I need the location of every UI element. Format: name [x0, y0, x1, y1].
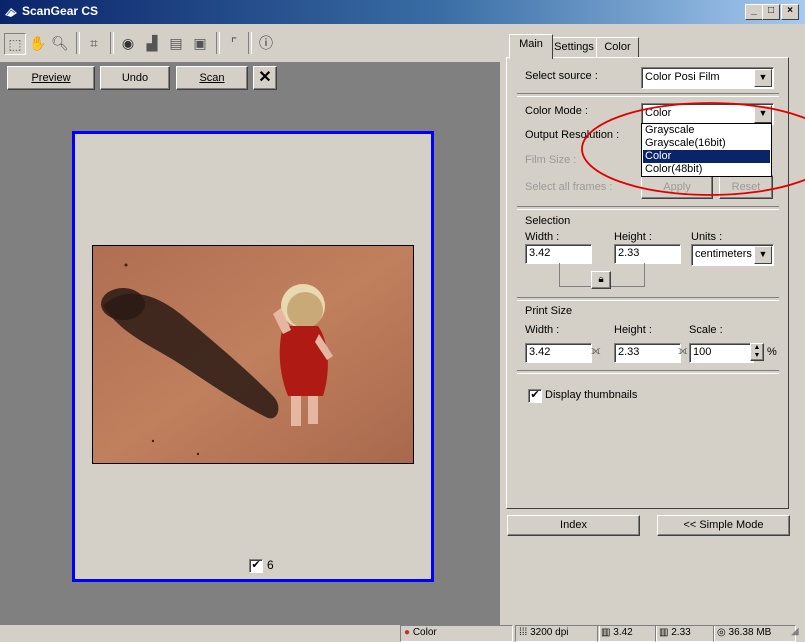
film-frame-selection[interactable]: ✔ 6 — [72, 131, 434, 582]
color-mode-icon: ● — [404, 627, 411, 638]
minimize-button[interactable]: _ — [745, 4, 763, 20]
status-width: ▥ 3.42 — [597, 625, 657, 642]
selection-width-label: Width : — [525, 231, 560, 243]
scanned-photo — [92, 245, 414, 464]
status-resolution: ⁞⁞⁞ 3200 dpi — [515, 625, 600, 642]
color-mode-value: Color — [645, 107, 672, 119]
units-label: Units : — [691, 231, 723, 243]
status-height-text: 2.33 — [671, 627, 691, 638]
ruler-icon[interactable]: ⌜ — [224, 33, 244, 53]
auto-crop-icon[interactable]: ⌗ — [84, 33, 104, 53]
main-settings-panel: Select source : Color Posi Film ▼ Color … — [506, 57, 789, 509]
select-source-label: Select source : — [525, 70, 598, 82]
scangear-app-icon — [5, 8, 17, 17]
window-title: ScanGear CS — [22, 4, 99, 18]
zoom-icon[interactable]: 🔍︎ — [50, 33, 70, 53]
toolbar-divider — [216, 32, 220, 54]
status-width-text: 3.42 — [613, 627, 633, 638]
toolbar-divider — [76, 32, 80, 54]
divider — [517, 206, 779, 210]
toolbar-divider — [110, 32, 114, 54]
selection-width-input[interactable]: 3.42 — [525, 244, 592, 264]
print-size-label: Print Size — [525, 305, 573, 317]
status-left — [0, 625, 403, 642]
tab-main[interactable]: Main — [509, 34, 553, 59]
frame-checkbox[interactable]: ✔ — [249, 559, 263, 573]
status-color-mode-text: Color — [412, 627, 437, 638]
tab-color[interactable]: Color — [596, 37, 639, 58]
link-icon: ⟗ — [591, 345, 601, 357]
select-source-value: Color Posi Film — [645, 71, 720, 83]
auto-tone-icon[interactable]: ▟ — [142, 33, 162, 53]
toolbar: ⬚ ✋ 🔍︎ ⌗ ◉ ▟ ▤ ▣ ⌜ ⓘ — [0, 24, 500, 62]
chevron-down-icon[interactable]: ▼ — [754, 69, 772, 87]
scale-spinner[interactable]: ▲ ▼ — [750, 343, 764, 361]
option-grayscale[interactable]: Grayscale — [643, 124, 770, 137]
color-mode-dropdown[interactable]: Color ▼ — [641, 103, 774, 125]
chevron-down-icon[interactable]: ▼ — [754, 105, 772, 123]
preview-button[interactable]: Preview — [7, 66, 95, 90]
option-color-48bit[interactable]: Color(48bit) — [643, 163, 770, 176]
scan-button[interactable]: Scan — [176, 66, 248, 90]
disk-icon: ◎ — [717, 627, 726, 638]
photo-beach-child — [93, 246, 413, 463]
resolution-icon: ⁞⁞⁞ — [519, 627, 528, 638]
divider — [517, 297, 779, 301]
width-icon: ▥ — [601, 627, 611, 638]
close-preview-button[interactable]: ✕ — [253, 66, 277, 90]
option-color-selected[interactable]: Color — [643, 150, 770, 163]
print-width-input[interactable]: 3.42 — [525, 343, 592, 363]
units-value: centimeters — [695, 248, 752, 260]
selection-height-input[interactable]: 2.33 — [614, 244, 681, 264]
print-width-label: Width : — [525, 324, 560, 336]
apply-button[interactable]: Apply — [641, 175, 713, 199]
selection-height-label: Height : — [614, 231, 652, 243]
output-resolution-label: Output Resolution : — [525, 129, 620, 141]
resize-grip-icon[interactable]: ◢ — [791, 626, 805, 640]
close-window-button[interactable]: × — [781, 4, 799, 20]
color-mode-label: Color Mode : — [525, 105, 588, 117]
lock-aspect-icon[interactable]: 🔒︎ — [591, 271, 611, 289]
index-button[interactable]: Index — [507, 515, 640, 536]
scale-label: Scale : — [689, 324, 723, 336]
toolbar-divider — [248, 32, 252, 54]
select-marquee-icon[interactable]: ⬚ — [4, 33, 26, 55]
chevron-down-icon[interactable]: ▼ — [754, 246, 772, 264]
info-icon[interactable]: ⓘ — [256, 33, 276, 53]
reset-button[interactable]: Reset — [719, 175, 773, 199]
simple-mode-button[interactable]: << Simple Mode — [657, 515, 790, 536]
maximize-button[interactable]: □ — [762, 4, 780, 20]
status-resolution-text: 3200 dpi — [530, 627, 569, 638]
units-dropdown[interactable]: centimeters ▼ — [691, 244, 774, 266]
height-icon: ▥ — [659, 627, 669, 638]
rotate-icon[interactable]: ▣ — [190, 33, 210, 53]
hand-icon[interactable]: ✋ — [28, 33, 48, 53]
title-bar: ScanGear CS _ □ × — [0, 0, 805, 24]
link-icon: ⟗ — [678, 345, 688, 357]
display-thumbnails-label: Display thumbnails — [545, 389, 638, 401]
display-thumbnails-checkbox[interactable]: ✔ — [528, 389, 542, 403]
status-file-size: ◎ 36.38 MB — [713, 625, 796, 642]
print-height-input[interactable]: 2.33 — [614, 343, 681, 363]
select-all-frames-label: Select all frames : — [525, 181, 613, 193]
percent-sign: % — [767, 346, 777, 358]
color-mode-options-list[interactable]: Grayscale Grayscale(16bit) Color Color(4… — [641, 123, 772, 177]
select-source-dropdown[interactable]: Color Posi Film ▼ — [641, 67, 774, 89]
status-size-text: 36.38 MB — [728, 627, 772, 638]
status-color-mode: ● Color — [400, 625, 513, 642]
undo-button[interactable]: Undo — [100, 66, 170, 90]
preview-area[interactable]: Preview Undo Scan ✕ ✔ 6 — [0, 62, 500, 625]
option-grayscale-16bit[interactable]: Grayscale(16bit) — [643, 137, 770, 150]
tab-settings[interactable]: Settings — [551, 37, 597, 58]
divider — [517, 93, 779, 97]
print-height-label: Height : — [614, 324, 652, 336]
frame-number: 6 — [267, 558, 274, 572]
status-height: ▥ 2.33 — [655, 625, 715, 642]
color-wheel-icon[interactable]: ◉ — [118, 33, 138, 53]
frames-icon[interactable]: ▤ — [166, 33, 186, 53]
film-size-label: Film Size : — [525, 154, 577, 166]
divider — [517, 370, 779, 374]
scale-input[interactable]: 100 — [689, 343, 754, 363]
selection-label: Selection — [525, 215, 571, 227]
